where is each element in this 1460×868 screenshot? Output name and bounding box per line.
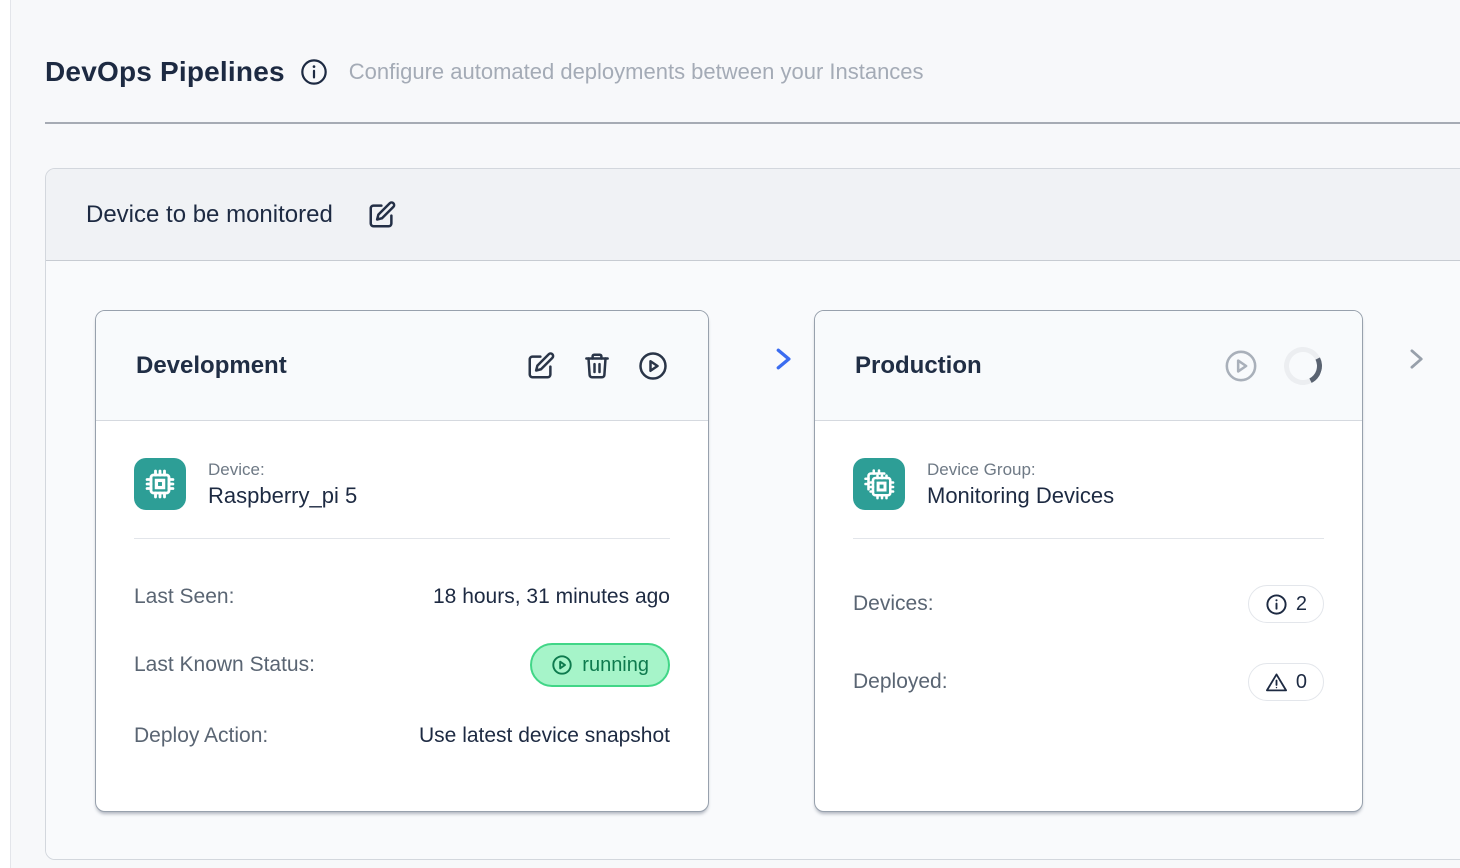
loading-spinner	[1279, 342, 1327, 390]
deployed-count-badge[interactable]: 0	[1248, 663, 1324, 701]
next-stage-chevron-icon[interactable]	[1402, 343, 1430, 375]
card-divider	[134, 538, 670, 539]
delete-stage-icon[interactable]	[582, 351, 612, 381]
production-card-body: Device Group: Monitoring Devices Devices…	[815, 421, 1362, 701]
edit-pipeline-icon[interactable]	[367, 200, 397, 230]
device-group-label: Device Group:	[927, 460, 1114, 480]
run-stage-icon[interactable]	[638, 351, 668, 381]
development-actions	[526, 351, 668, 381]
devices-label: Devices:	[853, 592, 934, 616]
development-card-header: Development	[96, 311, 708, 421]
last-known-status-row: Last Known Status: running	[134, 643, 670, 687]
device-name: Raspberry_pi 5	[208, 483, 357, 509]
deploy-action-value: Use latest device snapshot	[419, 724, 670, 748]
deployed-row: Deployed: 0	[853, 663, 1324, 701]
page-subtitle: Configure automated deployments between …	[349, 59, 924, 85]
deploy-action-label: Deploy Action:	[134, 724, 268, 748]
info-icon[interactable]	[300, 58, 328, 86]
pipeline-panel: Device to be monitored Development	[45, 168, 1460, 860]
devices-count: 2	[1296, 593, 1307, 616]
production-actions	[1224, 347, 1322, 385]
info-icon	[1265, 593, 1288, 616]
production-card-header: Production	[815, 311, 1362, 421]
device-label: Device:	[208, 460, 357, 480]
last-seen-value: 18 hours, 31 minutes ago	[433, 585, 670, 609]
page-title: DevOps Pipelines	[45, 56, 285, 88]
last-known-status-label: Last Known Status:	[134, 653, 315, 677]
card-divider	[853, 538, 1324, 539]
devices-row: Devices: 2	[853, 585, 1324, 623]
stage-card-production: Production	[814, 310, 1363, 812]
page-header: DevOps Pipelines Configure automated dep…	[45, 56, 924, 88]
status-badge-label: running	[582, 654, 649, 677]
edit-stage-icon[interactable]	[526, 351, 556, 381]
device-chip-icon	[134, 458, 186, 510]
devops-pipelines-page: DevOps Pipelines Configure automated dep…	[10, 0, 1460, 868]
device-group-info: Device Group: Monitoring Devices	[927, 460, 1114, 509]
stage-card-development: Development	[95, 310, 709, 812]
run-stage-icon-disabled	[1224, 349, 1258, 383]
development-card-body: Device: Raspberry_pi 5 Last Seen: 18 hou…	[96, 421, 708, 749]
stage-title-development: Development	[136, 352, 287, 380]
pipeline-stages-area: Development	[46, 261, 1460, 860]
device-row: Device: Raspberry_pi 5	[134, 458, 670, 510]
last-seen-row: Last Seen: 18 hours, 31 minutes ago	[134, 585, 670, 609]
status-badge: running	[530, 643, 670, 687]
deployed-label: Deployed:	[853, 670, 948, 694]
warning-triangle-icon	[1265, 671, 1288, 694]
stage-connector-chevron-icon	[769, 343, 797, 375]
header-divider	[45, 122, 1460, 124]
stage-title-production: Production	[855, 352, 982, 380]
pipeline-name: Device to be monitored	[86, 201, 333, 229]
play-circle-icon	[551, 654, 573, 676]
deployed-count: 0	[1296, 671, 1307, 694]
device-group-chip-icon	[853, 458, 905, 510]
pipeline-panel-header: Device to be monitored	[46, 169, 1460, 261]
last-seen-label: Last Seen:	[134, 585, 234, 609]
deploy-action-row: Deploy Action: Use latest device snapsho…	[134, 723, 670, 749]
devices-count-badge[interactable]: 2	[1248, 585, 1324, 623]
device-info: Device: Raspberry_pi 5	[208, 460, 357, 509]
device-group-name: Monitoring Devices	[927, 483, 1114, 509]
device-group-row: Device Group: Monitoring Devices	[853, 458, 1324, 510]
